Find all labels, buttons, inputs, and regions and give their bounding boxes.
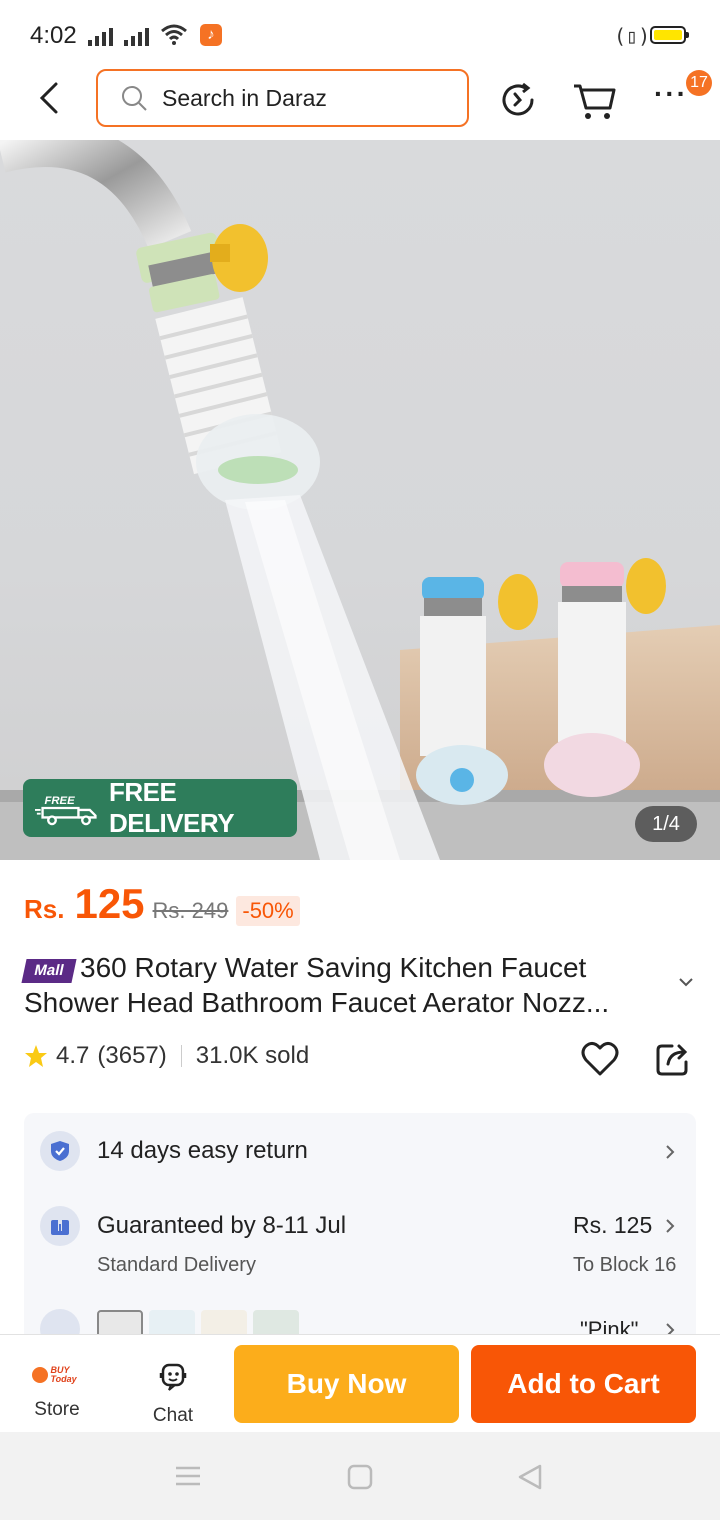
- buy-now-button[interactable]: Buy Now: [234, 1345, 459, 1423]
- delivery-location: To Block 16: [573, 1254, 677, 1276]
- status-bar: 4:02 ♪ (▯): [0, 0, 720, 64]
- add-to-cart-button[interactable]: Add to Cart: [471, 1345, 696, 1423]
- wifi-icon: [161, 24, 187, 45]
- bottom-action-bar: BUY Today Store Chat Buy Now Add to Cart: [0, 1334, 720, 1433]
- store-logo-text: BUY Today: [50, 1365, 77, 1384]
- chat-icon: [159, 1363, 187, 1391]
- delivery-icon: [40, 1206, 80, 1246]
- search-icon: [122, 86, 147, 111]
- return-policy-text[interactable]: 14 days easy return: [97, 1137, 308, 1165]
- chevron-down-icon[interactable]: [676, 972, 696, 992]
- home-icon[interactable]: [346, 1463, 374, 1491]
- free-delivery-label: FREE DELIVERY: [108, 777, 235, 838]
- search-header: Search in Daraz ··· 17: [0, 64, 720, 140]
- store-label: Store: [34, 1399, 80, 1420]
- vibrate-icon: (▯): [614, 24, 651, 48]
- heart-icon[interactable]: [580, 1040, 620, 1078]
- menu-icon[interactable]: [174, 1464, 202, 1488]
- product-image[interactable]: [0, 140, 720, 860]
- history-icon[interactable]: [496, 78, 540, 122]
- signal-icon: [124, 26, 149, 46]
- delivery-guarantee[interactable]: Guaranteed by 8-11 Jul: [97, 1212, 346, 1240]
- signal-icon: [88, 26, 113, 46]
- chevron-right-icon[interactable]: [662, 1143, 678, 1161]
- store-logo-icon: BUY Today: [20, 1363, 94, 1387]
- rating-value: 4.7: [56, 1042, 90, 1069]
- price-row: Rs. 125 Rs. 249 -50%: [24, 880, 300, 928]
- image-counter: 1/4: [635, 806, 697, 842]
- review-count: (3657): [97, 1042, 167, 1069]
- delivery-price: Rs. 125: [573, 1212, 653, 1238]
- search-placeholder: Search in Daraz: [162, 84, 327, 111]
- price-currency: Rs.: [24, 894, 65, 924]
- system-navigation-bar: [0, 1432, 720, 1520]
- rating-row[interactable]: 4.7 (3657) 31.0K sold: [24, 1042, 309, 1070]
- store-button[interactable]: BUY Today Store: [20, 1363, 94, 1421]
- back-icon[interactable]: [516, 1463, 544, 1491]
- free-delivery-badge: FREE FREE DELIVERY: [23, 777, 297, 838]
- battery-icon: [650, 26, 689, 44]
- chevron-right-icon[interactable]: [662, 1217, 678, 1235]
- mall-badge: Mall: [21, 959, 77, 983]
- share-icon[interactable]: [654, 1040, 692, 1078]
- product-title-text: 360 Rotary Water Saving Kitchen Faucet S…: [24, 952, 610, 1018]
- cart-icon[interactable]: [570, 78, 618, 122]
- app-notification-icon: ♪: [200, 24, 222, 46]
- delivery-truck-icon: FREE: [35, 795, 97, 826]
- chat-button[interactable]: Chat: [138, 1361, 208, 1427]
- sold-count: 31.0K sold: [195, 1042, 310, 1069]
- free-tag: FREE: [44, 795, 75, 807]
- back-arrow-icon[interactable]: [30, 78, 70, 118]
- star-icon: [25, 1045, 47, 1067]
- price-amount: 125: [74, 880, 145, 927]
- discount-badge: -50%: [236, 896, 300, 926]
- original-price: Rs. 249: [152, 898, 229, 923]
- product-title[interactable]: Mall 360 Rotary Water Saving Kitchen Fauc…: [21, 950, 664, 1020]
- product-photo: [0, 140, 720, 860]
- status-time: 4:02: [30, 22, 77, 49]
- search-input[interactable]: Search in Daraz: [96, 69, 469, 127]
- cart-count-badge: 17: [686, 70, 712, 96]
- return-policy-icon: [40, 1131, 80, 1171]
- divider: [180, 1045, 182, 1067]
- chat-label: Chat: [152, 1405, 194, 1426]
- delivery-type: Standard Delivery: [97, 1254, 256, 1276]
- more-icon[interactable]: ···: [654, 78, 688, 110]
